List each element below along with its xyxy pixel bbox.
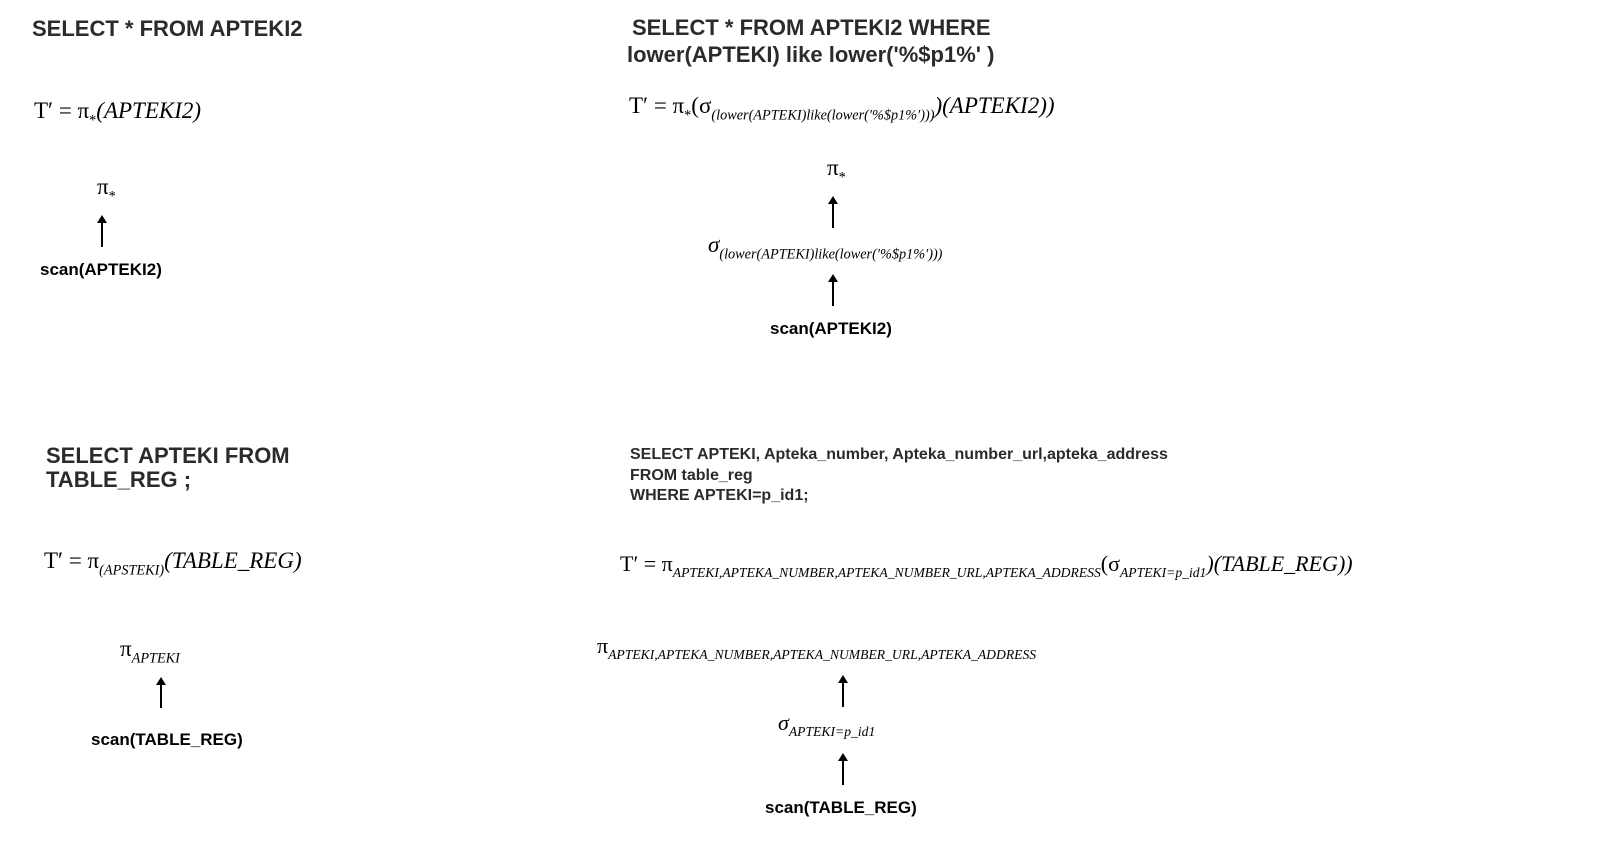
q4-eq-rest: )(TABLE_REG)) bbox=[1206, 551, 1353, 576]
q4-sql-line1: SELECT APTEKI, Apteka_number, Apteka_num… bbox=[630, 446, 1168, 463]
q3-relational-expression: T′ = π(APSTEKI)(TABLE_REG) bbox=[44, 548, 302, 578]
q2-eq-rest: )(APTEKI2)) bbox=[934, 93, 1055, 118]
q3-sql-line1: SELECT APTEKI FROM bbox=[46, 443, 290, 468]
q4-tree-scan: scan(TABLE_REG) bbox=[765, 798, 917, 817]
q2-relational-expression: T′ = π*(σ(lower(APTEKI)like(lower(′%$p1%… bbox=[629, 93, 1055, 123]
q2-tree-proj-symbol: π bbox=[827, 155, 839, 180]
q1-tree-scan: scan(APTEKI2) bbox=[40, 260, 162, 279]
q3-eq-proj-sub: (APSTEKI) bbox=[99, 562, 165, 579]
q2-tree-proj-sub: * bbox=[838, 169, 846, 186]
q3-tree-arrow bbox=[156, 677, 166, 708]
q4-eq-proj-sub: APTEKI,APTEKA_NUMBER,APTEKA_NUMBER_URL,A… bbox=[672, 565, 1101, 581]
q1-tree-projection: π* bbox=[97, 174, 116, 204]
q3-tree-projection: πAPTEKI bbox=[120, 636, 180, 666]
q2-tree-sel-sub: (lower(APTEKI)like(lower(′%$p1%′))) bbox=[719, 246, 943, 263]
q4-eq-lhs: T′ = π bbox=[620, 551, 673, 576]
q4-sql-line2: FROM table_reg bbox=[630, 467, 753, 484]
q3-tree-scan: scan(TABLE_REG) bbox=[91, 730, 243, 749]
q4-tree-proj-symbol: π bbox=[597, 633, 609, 658]
q4-tree-sel-symbol: σ bbox=[778, 710, 789, 735]
q3-eq-arg: (TABLE_REG) bbox=[164, 548, 302, 573]
q4-tree-projection: πAPTEKI,APTEKA_NUMBER,APTEKA_NUMBER_URL,… bbox=[597, 633, 1037, 663]
q2-sql-line1: SELECT * FROM APTEKI2 WHERE bbox=[632, 15, 991, 40]
q4-tree-arrow-upper bbox=[838, 675, 848, 707]
q4-tree-selection: σAPTEKI=p_id1 bbox=[778, 710, 876, 740]
q3-tree-proj-symbol: π bbox=[120, 636, 132, 661]
q2-tree-scan: scan(APTEKI2) bbox=[770, 319, 892, 338]
q1-relational-expression: T′ = π*(APTEKI2) bbox=[34, 98, 202, 128]
q1-eq-lhs: T′ = π bbox=[34, 98, 90, 123]
q2-tree-selection: σ(lower(APTEKI)like(lower(′%$p1%′))) bbox=[708, 232, 942, 262]
q1-tree-proj-symbol: π bbox=[97, 174, 109, 199]
q2-eq-open: (σ bbox=[691, 93, 712, 118]
q4-tree-arrow-lower bbox=[838, 753, 848, 785]
q2-eq-lhs: T′ = π bbox=[629, 93, 685, 118]
q2-tree-projection: π* bbox=[827, 155, 846, 185]
q1-sql: SELECT * FROM APTEKI2 bbox=[32, 16, 303, 41]
q2-eq-sel-sub: (lower(APTEKI)like(lower(′%$p1%′))) bbox=[711, 107, 935, 124]
q4-eq-open: (σ bbox=[1100, 551, 1120, 576]
q2-tree-sel-symbol: σ bbox=[708, 232, 720, 257]
q4-tree-sel-sub: APTEKI=p_id1 bbox=[788, 724, 876, 740]
q1-tree-arrow bbox=[97, 215, 107, 247]
q4-sql-line3: WHERE APTEKI=p_id1; bbox=[630, 487, 809, 504]
q2-sql-line2: lower(APTEKI) like lower('%$p1%' ) bbox=[627, 42, 995, 67]
q1-eq-arg: (APTEKI2) bbox=[96, 98, 202, 123]
q2-tree-arrow-upper bbox=[828, 196, 838, 228]
q2-tree-arrow-lower bbox=[828, 274, 838, 306]
q3-sql-line2: TABLE_REG ; bbox=[46, 467, 192, 492]
q3-tree-proj-sub: APTEKI bbox=[131, 650, 180, 667]
q3-eq-lhs: T′ = π bbox=[44, 548, 100, 573]
q1-tree-proj-sub: * bbox=[108, 188, 116, 205]
q4-tree-proj-sub: APTEKI,APTEKA_NUMBER,APTEKA_NUMBER_URL,A… bbox=[608, 647, 1037, 663]
q4-eq-sel-sub: APTEKI=p_id1 bbox=[1119, 565, 1207, 581]
q4-relational-expression: T′ = πAPTEKI,APTEKA_NUMBER,APTEKA_NUMBER… bbox=[620, 551, 1353, 581]
